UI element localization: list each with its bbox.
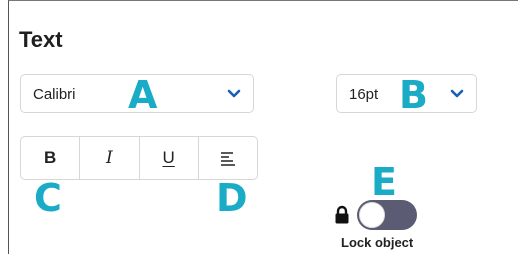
annotation-marker-c: C <box>34 176 62 220</box>
bold-button[interactable]: B <box>21 137 81 179</box>
italic-button[interactable]: I <box>80 137 140 179</box>
chevron-down-icon <box>450 89 464 98</box>
annotation-marker-b: B <box>399 73 428 117</box>
annotation-marker-a: A <box>128 73 158 117</box>
annotation-marker-d: D <box>216 176 248 220</box>
lock-icon <box>335 205 349 224</box>
align-left-icon <box>220 152 235 166</box>
chevron-down-icon <box>227 89 241 98</box>
toggle-knob <box>359 202 385 228</box>
format-button-group: B I U <box>20 136 258 180</box>
lock-object-label: Lock object <box>341 235 414 250</box>
text-settings-panel: Text Calibri 16pt B I U A B C D E Lock o… <box>8 0 518 254</box>
font-family-value: Calibri <box>33 86 76 103</box>
annotation-marker-e: E <box>371 160 397 204</box>
lock-object-toggle[interactable] <box>357 200 417 230</box>
underline-button[interactable]: U <box>140 137 199 179</box>
panel-title: Text <box>19 27 63 52</box>
align-button[interactable] <box>199 137 257 179</box>
font-size-value: 16pt <box>349 86 379 103</box>
